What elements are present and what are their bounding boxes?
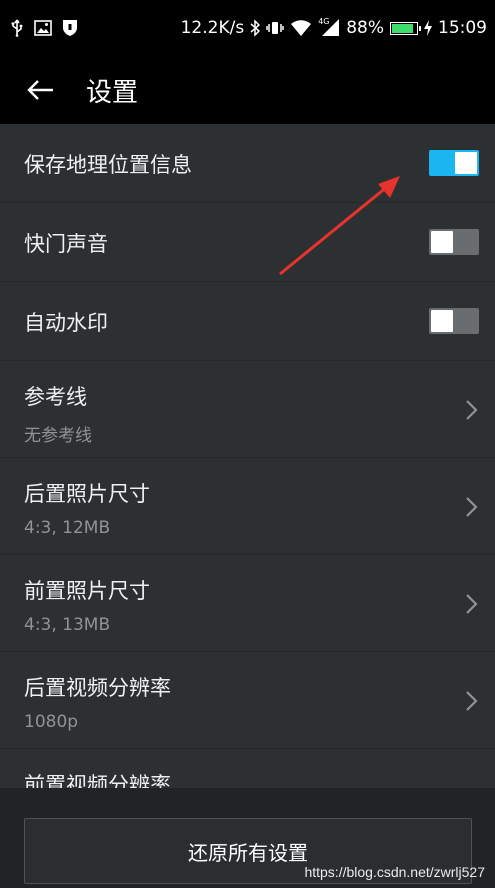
shield-icon xyxy=(62,19,78,37)
status-bar-right: 12.2K/s 4G 88% 15:09 xyxy=(180,17,487,38)
setting-title: 后置视频分辨率 xyxy=(24,676,171,700)
setting-front-video-resolution[interactable]: 前置视频分辨率 xyxy=(0,749,495,788)
toggle-knob xyxy=(455,152,477,174)
watermark-text: https://blog.csdn.net/zwrlj527 xyxy=(304,864,485,880)
setting-grid-lines[interactable]: 参考线 无参考线 xyxy=(0,361,495,458)
setting-title: 自动水印 xyxy=(24,311,108,335)
signal-icon: 4G xyxy=(318,17,340,37)
setting-title: 参考线 xyxy=(24,385,87,409)
setting-value: 无参考线 xyxy=(24,426,92,446)
bottom-area: 还原所有设置 https://blog.csdn.net/zwrlj527 xyxy=(0,788,495,888)
setting-auto-watermark[interactable]: 自动水印 xyxy=(0,282,495,361)
arrow-left-icon xyxy=(27,80,53,100)
battery-percent: 88% xyxy=(346,18,384,38)
shutter-sound-toggle[interactable] xyxy=(429,229,479,255)
chevron-right-icon xyxy=(466,594,478,614)
setting-title: 快门声音 xyxy=(24,232,108,256)
network-type: 4G xyxy=(318,17,330,26)
setting-rear-photo-size[interactable]: 后置照片尺寸 4:3, 12MB xyxy=(0,458,495,555)
save-location-toggle[interactable] xyxy=(429,150,479,176)
setting-rear-video-resolution[interactable]: 后置视频分辨率 1080p xyxy=(0,652,495,749)
chevron-right-icon xyxy=(466,400,478,420)
status-bar-left xyxy=(10,19,78,37)
vibrate-icon xyxy=(266,20,284,36)
setting-value: 4:3, 12MB xyxy=(24,518,111,538)
setting-title: 保存地理位置信息 xyxy=(24,153,192,177)
charging-icon xyxy=(424,20,432,36)
setting-shutter-sound[interactable]: 快门声音 xyxy=(0,203,495,282)
back-button[interactable] xyxy=(4,56,76,124)
clock: 15:09 xyxy=(438,18,487,38)
setting-save-location[interactable]: 保存地理位置信息 xyxy=(0,124,495,203)
settings-list: 保存地理位置信息 快门声音 自动水印 参考线 无参考线 后置照片尺寸 4:3, … xyxy=(0,124,495,788)
bluetooth-icon xyxy=(250,19,261,37)
setting-value: 4:3, 13MB xyxy=(24,615,111,635)
setting-value: 1080p xyxy=(24,712,79,732)
toggle-knob xyxy=(431,231,453,253)
setting-title: 前置视频分辨率 xyxy=(24,773,171,788)
setting-title: 前置照片尺寸 xyxy=(24,579,150,603)
chevron-right-icon xyxy=(466,691,478,711)
setting-front-photo-size[interactable]: 前置照片尺寸 4:3, 13MB xyxy=(0,555,495,652)
wifi-icon xyxy=(290,19,312,37)
status-bar: 12.2K/s 4G 88% 15:09 xyxy=(0,0,495,56)
usb-icon xyxy=(10,19,24,37)
net-speed: 12.2K/s xyxy=(180,18,245,38)
app-bar: 设置 xyxy=(0,56,495,124)
auto-watermark-toggle[interactable] xyxy=(429,308,479,334)
battery-icon xyxy=(390,21,421,35)
image-icon xyxy=(34,20,52,36)
setting-title: 后置照片尺寸 xyxy=(24,482,150,506)
page-title: 设置 xyxy=(86,77,139,108)
chevron-right-icon xyxy=(466,497,478,517)
battery-fill xyxy=(392,23,414,33)
toggle-knob xyxy=(431,310,453,332)
